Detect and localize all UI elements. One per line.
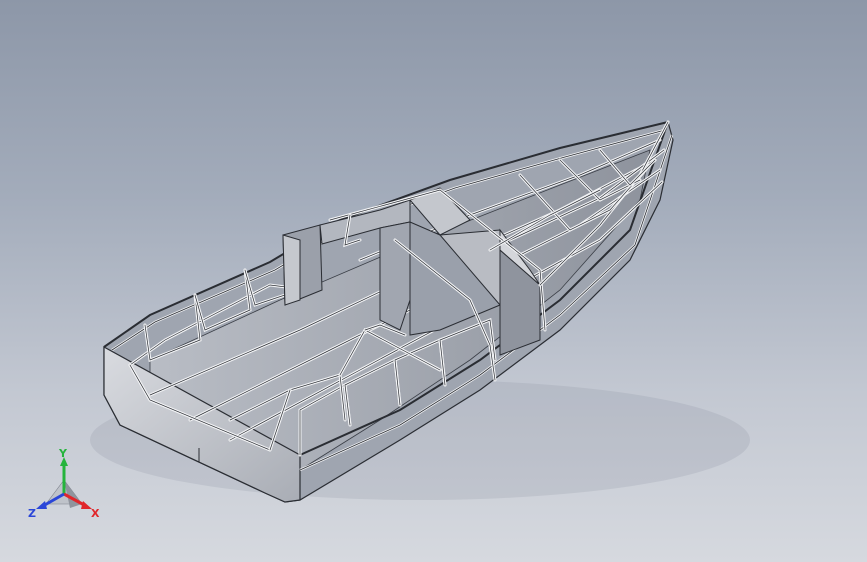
orientation-triad[interactable]: Y X Z xyxy=(20,446,110,526)
z-axis-label: Z xyxy=(28,507,36,520)
y-axis-label: Y xyxy=(58,447,68,460)
boat-hull-model[interactable] xyxy=(0,0,867,562)
graphics-viewport[interactable]: Y X Z xyxy=(0,0,867,562)
x-axis-label: X xyxy=(91,507,100,520)
z-axis-arrow xyxy=(36,501,47,509)
